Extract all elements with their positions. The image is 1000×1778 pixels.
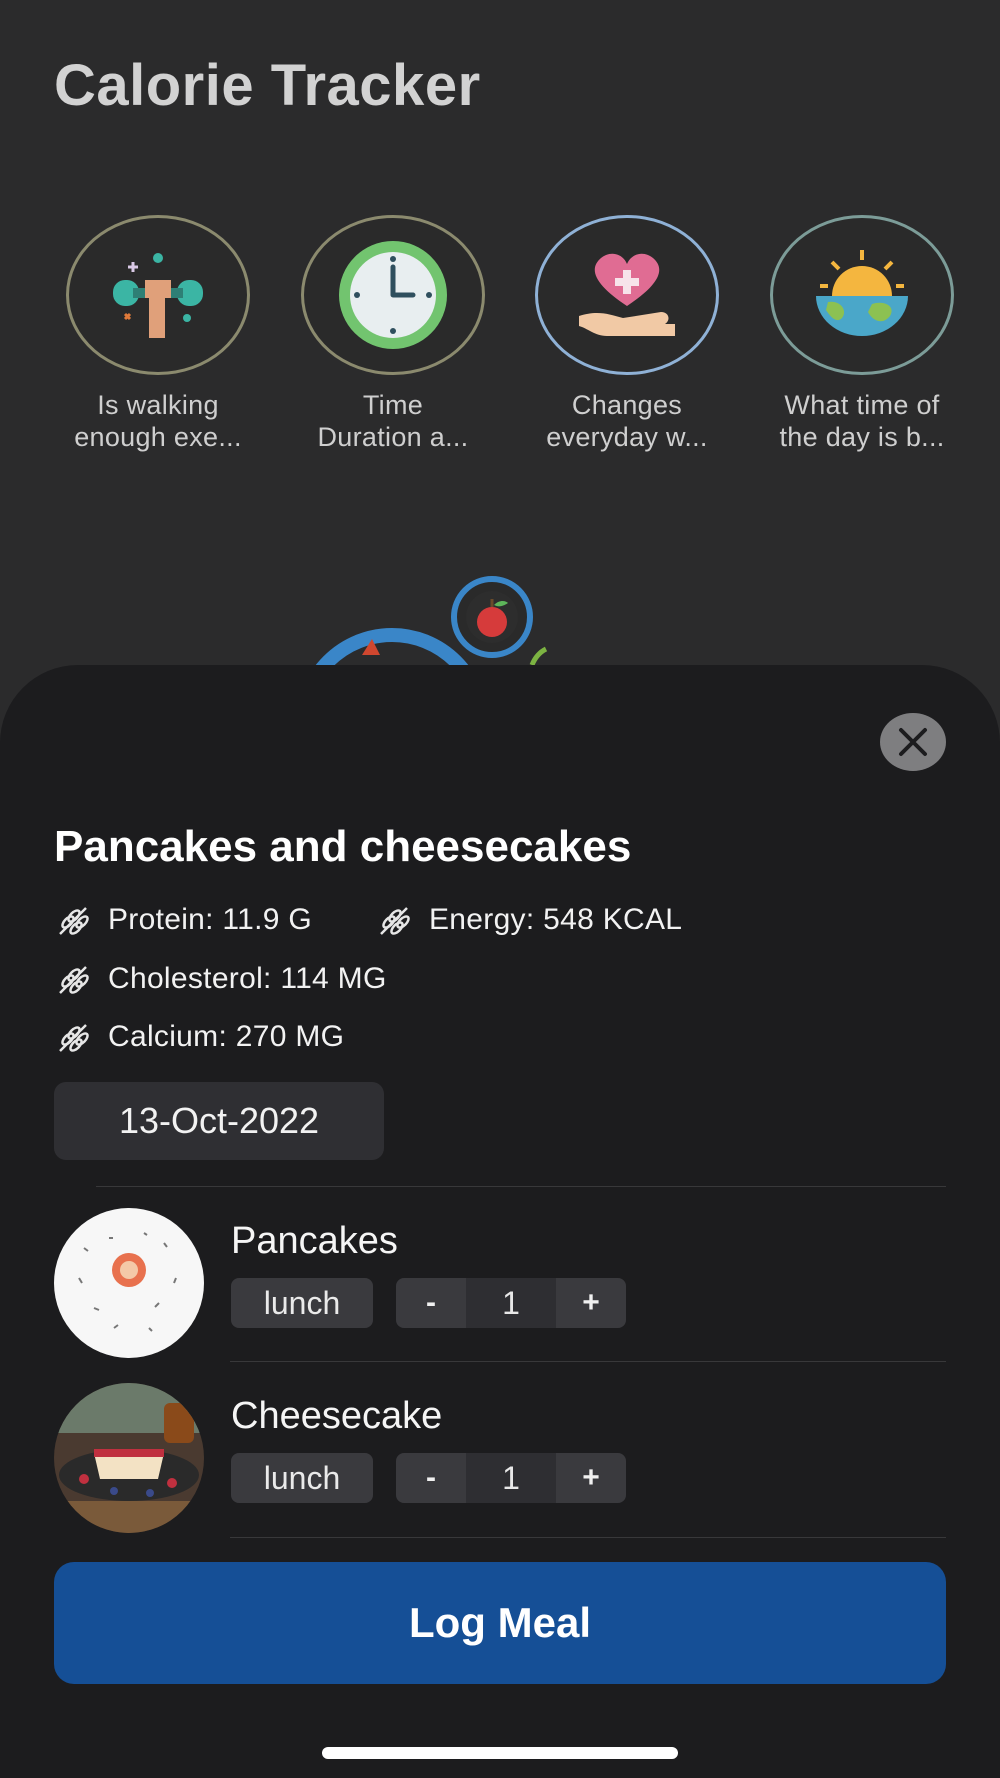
story-label: Is walking enough exe...: [74, 390, 242, 452]
story-ring[interactable]: [66, 215, 250, 375]
nutrient-calcium: Calcium: 270 MG: [54, 1019, 344, 1055]
story-item[interactable]: Is walking enough exe...: [58, 215, 258, 453]
food-image: [54, 1383, 204, 1533]
heart-hand-icon: [579, 253, 675, 336]
wheat-icon: [59, 966, 89, 994]
wheat-icon: [380, 907, 410, 935]
divider: [230, 1537, 946, 1538]
quantity-value: 1: [466, 1453, 556, 1503]
close-icon: [899, 728, 927, 756]
meal-type-selector[interactable]: lunch: [231, 1278, 373, 1328]
log-meal-button[interactable]: Log Meal: [54, 1562, 946, 1684]
decrement-button[interactable]: -: [396, 1278, 466, 1328]
nutrient-protein: Protein: 11.9 G: [54, 902, 312, 938]
story-ring[interactable]: [770, 215, 954, 375]
divider: [96, 1186, 946, 1187]
food-item-row: Cheesecake lunch - 1 +: [0, 1383, 1000, 1553]
cheesecake-thumbnail: [54, 1383, 204, 1533]
story-label: Changes everyday w...: [546, 390, 708, 452]
meal-type-selector[interactable]: lunch: [231, 1453, 373, 1503]
increment-button[interactable]: +: [556, 1453, 626, 1503]
divider: [230, 1361, 946, 1362]
decrement-button[interactable]: -: [396, 1453, 466, 1503]
story-label: Time Duration a...: [317, 390, 469, 452]
food-name: Pancakes: [231, 1220, 398, 1262]
stories-carousel[interactable]: Is walking enough exe... Time Duration a…: [0, 215, 1000, 465]
story-ring[interactable]: [301, 215, 485, 375]
story-label: What time of the day is b...: [779, 390, 945, 452]
increment-button[interactable]: +: [556, 1278, 626, 1328]
page-title: Calorie Tracker: [54, 53, 481, 118]
nutrient-cholesterol: Cholesterol: 114 MG: [54, 961, 387, 997]
nutrient-energy: Energy: 548 KCAL: [375, 902, 682, 938]
story-item[interactable]: Changes everyday w...: [527, 215, 727, 453]
home-indicator[interactable]: [322, 1747, 678, 1759]
quantity-value: 1: [466, 1278, 556, 1328]
wheat-icon: [59, 1024, 89, 1052]
story-ring[interactable]: [535, 215, 719, 375]
story-item[interactable]: What time of the day is b...: [762, 215, 962, 453]
food-image: [54, 1208, 204, 1358]
food-item-row: Pancakes lunch - 1 +: [0, 1208, 1000, 1378]
date-picker[interactable]: 13-Oct-2022: [54, 1082, 384, 1160]
pancakes-thumbnail: [54, 1208, 204, 1358]
story-item[interactable]: Time Duration a...: [293, 215, 493, 453]
dumbbell-hand-icon: [113, 253, 203, 338]
clock-icon: [339, 241, 447, 349]
quantity-stepper: - 1 +: [396, 1453, 626, 1503]
sunrise-earth-icon: [816, 250, 908, 336]
meal-title: Pancakes and cheesecakes: [54, 822, 632, 871]
quantity-stepper: - 1 +: [396, 1278, 626, 1328]
food-name: Cheesecake: [231, 1395, 443, 1437]
wheat-icon: [59, 907, 89, 935]
close-button[interactable]: [880, 713, 946, 771]
